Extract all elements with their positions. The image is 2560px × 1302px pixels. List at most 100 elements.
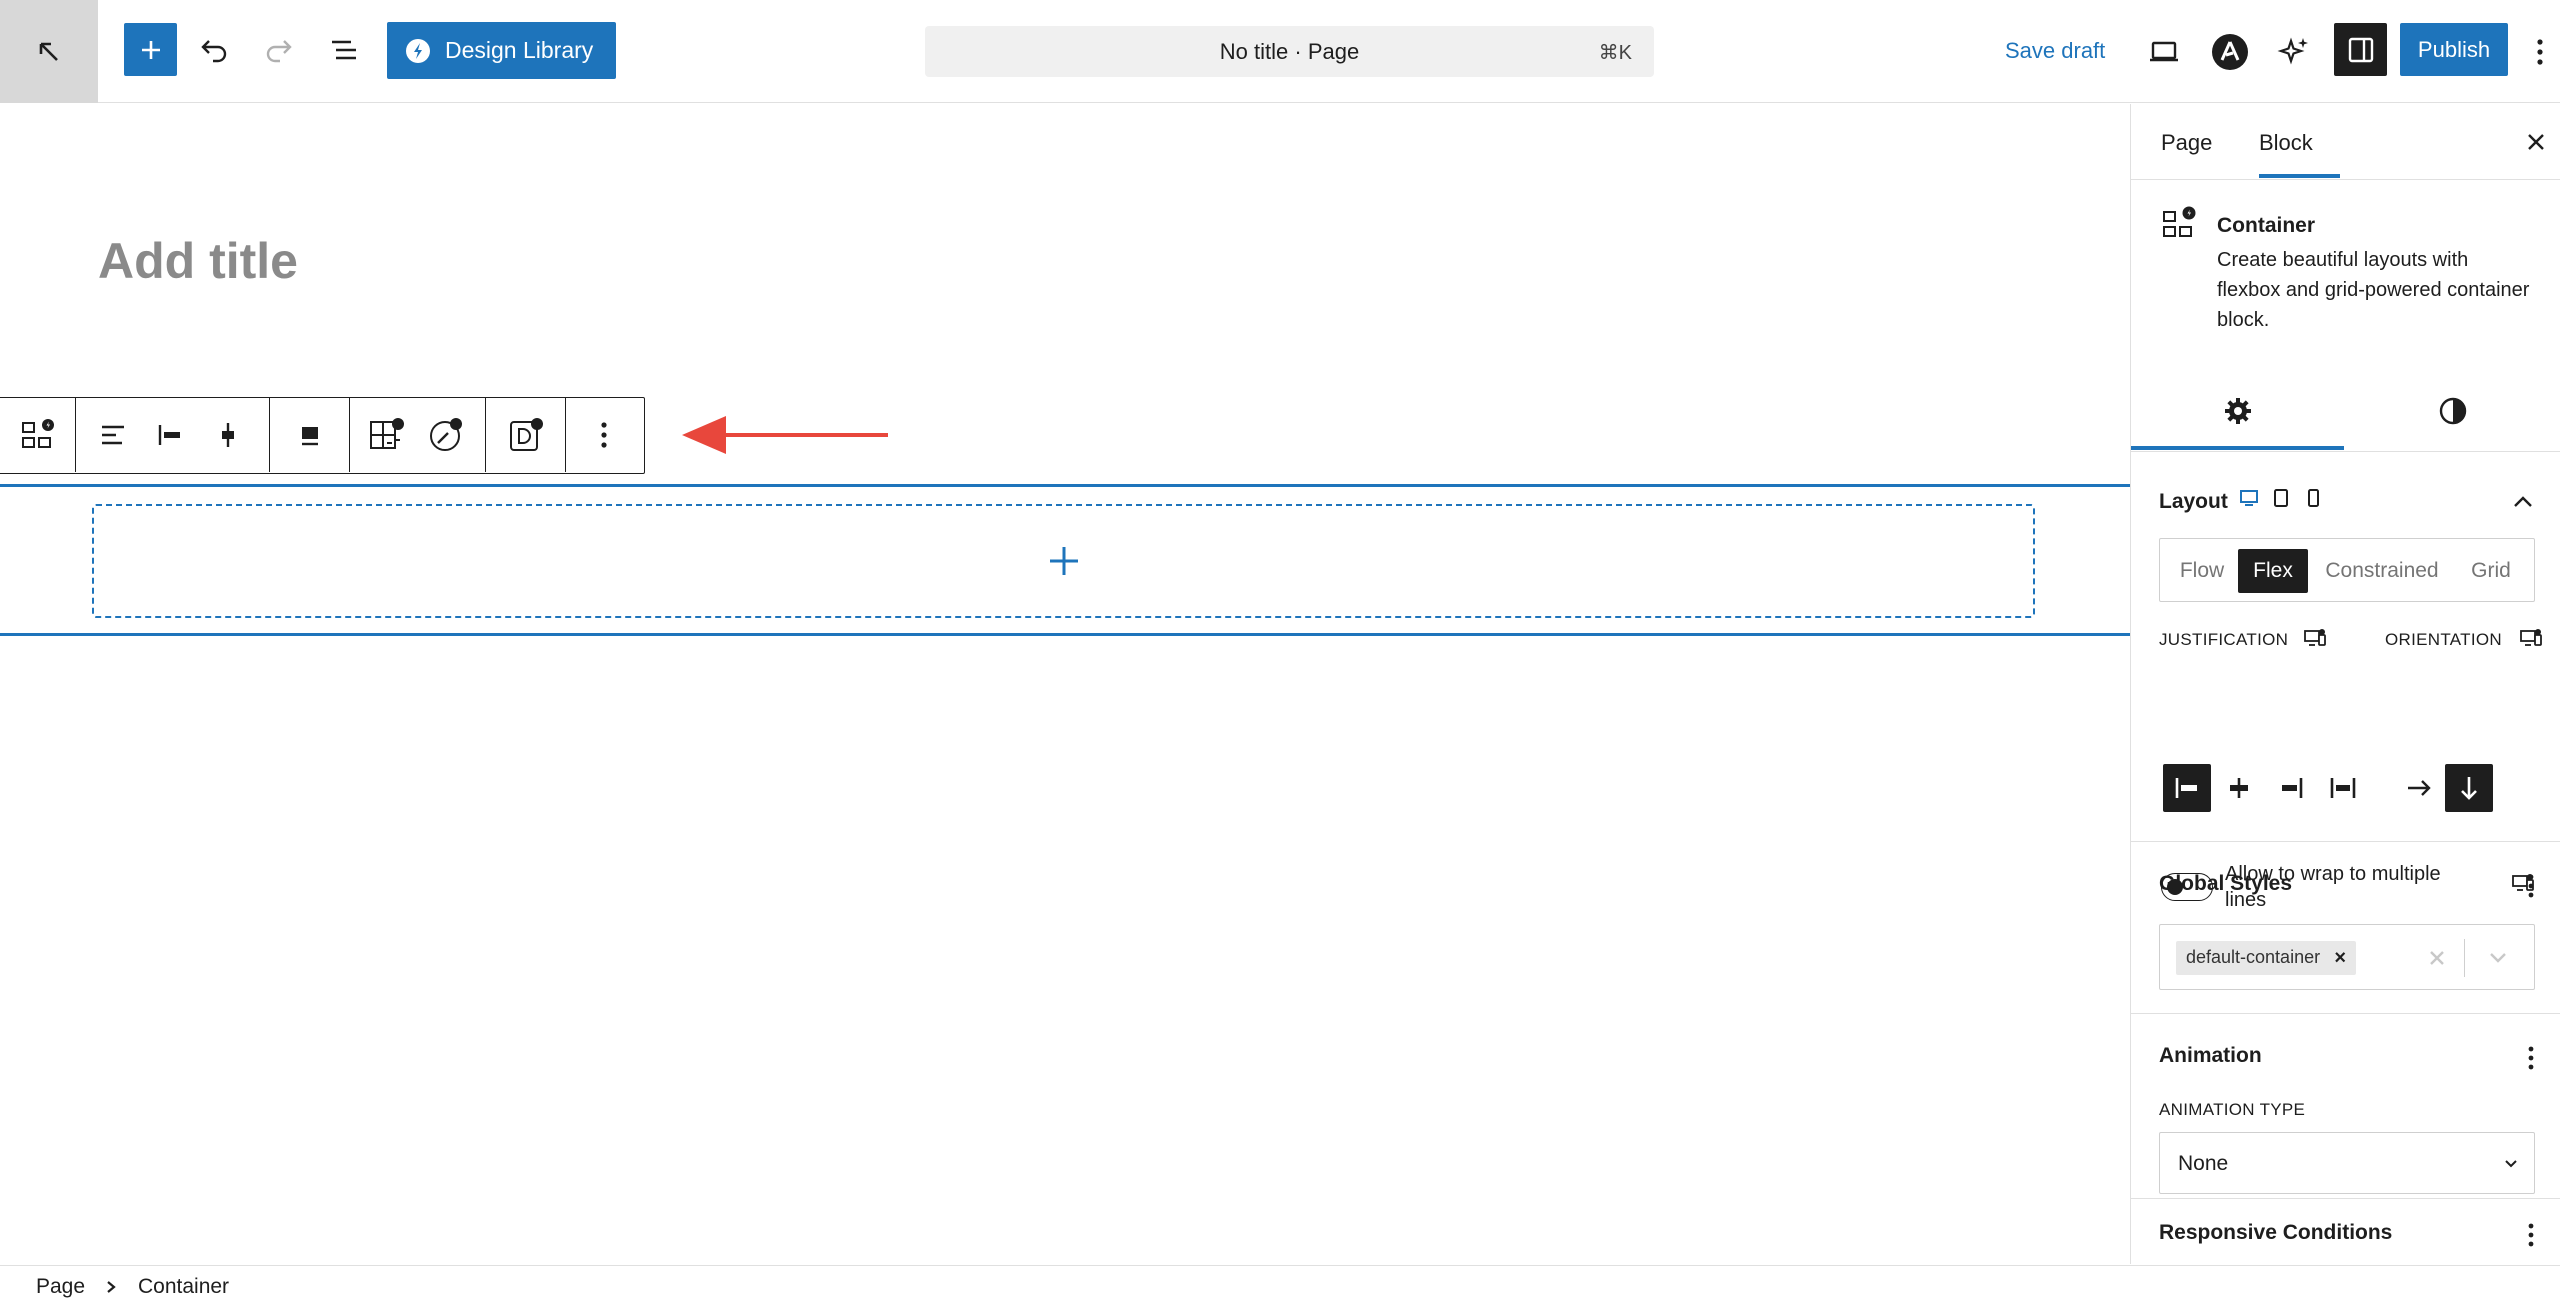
command-bar[interactable]: No title · Page ⌘K: [925, 26, 1654, 77]
arrow-up-left-icon: [39, 42, 58, 61]
mobile-icon[interactable]: [2303, 488, 2323, 508]
justify-end-button[interactable]: [2267, 764, 2315, 812]
global-styles-options-button[interactable]: [2511, 866, 2551, 906]
editor-header: Design Library No title · Page ⌘K Save d…: [0, 0, 2560, 103]
container-block[interactable]: [0, 484, 2130, 636]
block-options-button[interactable]: [583, 414, 625, 456]
collapse-panel-button[interactable]: [2503, 482, 2543, 522]
tab-settings[interactable]: [2131, 372, 2344, 450]
global-styles-title: Global Styles: [2159, 872, 2293, 895]
responsive-conditions-panel: Responsive Conditions: [2131, 1199, 2560, 1264]
design-library-button[interactable]: Design Library: [387, 22, 616, 79]
layout-option-constrained[interactable]: Constrained: [2312, 549, 2452, 593]
tab-page[interactable]: Page: [2161, 130, 2212, 156]
document-title: No title · Page: [1219, 39, 1360, 64]
justify-left-icon: [158, 425, 180, 445]
more-vertical-icon: [2537, 39, 2543, 65]
justify-left-icon: [2175, 778, 2197, 798]
stackable-tools-group: [350, 398, 486, 472]
sidebar-icon: [2348, 37, 2373, 62]
style-brush-icon: [430, 418, 462, 451]
sidebar-tabs: Page Block: [2131, 104, 2560, 180]
layout-option-flow[interactable]: Flow: [2170, 549, 2234, 593]
list-view-icon: [332, 40, 356, 60]
divider: [2464, 939, 2465, 977]
publish-button[interactable]: Publish: [2400, 23, 2508, 76]
post-title-input[interactable]: Add title: [98, 232, 298, 290]
global-style-select[interactable]: default-container ×: [2159, 924, 2535, 990]
block-appender[interactable]: [92, 504, 2035, 618]
justification-label: JUSTIFICATION: [2159, 630, 2289, 649]
design-library-label: Design Library: [445, 37, 594, 63]
stackable-logo-icon: [406, 38, 430, 63]
clear-selection-button[interactable]: [2422, 941, 2452, 975]
ai-assistant-button[interactable]: [2270, 28, 2318, 76]
responsive-conditions-title: Responsive Conditions: [2159, 1221, 2393, 1244]
justify-start-button[interactable]: [2163, 764, 2211, 812]
style-chip: default-container ×: [2176, 941, 2357, 975]
close-sidebar-button[interactable]: [2518, 124, 2554, 160]
redo-icon: [266, 40, 292, 63]
block-width-button[interactable]: [289, 414, 331, 456]
full-width-icon: [302, 427, 318, 446]
dropdown-toggle[interactable]: [2478, 941, 2518, 975]
copy-style-button[interactable]: [425, 414, 467, 456]
animation-options-button[interactable]: [2511, 1038, 2551, 1078]
tab-block[interactable]: Block: [2259, 130, 2313, 156]
animation-type-label: ANIMATION TYPE: [2159, 1100, 2306, 1119]
inspector-tabs: [2131, 372, 2560, 452]
block-switcher-group: [0, 398, 76, 472]
remove-chip-button[interactable]: ×: [2334, 947, 2346, 970]
desktop-preview-icon: [2150, 41, 2178, 62]
breadcrumb-container[interactable]: Container: [138, 1275, 229, 1299]
justify-center-button[interactable]: [2215, 764, 2263, 812]
responsive-conditions-options-button[interactable]: [2511, 1215, 2551, 1255]
vertical-center-button[interactable]: [207, 414, 249, 456]
undo-icon: [201, 40, 227, 63]
close-icon: [2430, 951, 2444, 965]
add-block-button[interactable]: [124, 23, 177, 76]
justify-space-between-button[interactable]: [2319, 764, 2367, 812]
more-vertical-icon: [2528, 1223, 2534, 1247]
more-vertical-icon: [2528, 874, 2534, 898]
animation-type-select[interactable]: None: [2159, 1132, 2535, 1194]
settings-sidebar: Page Block Container Create beautiful la…: [2130, 104, 2560, 1264]
dynamic-content-button[interactable]: [505, 414, 547, 456]
change-layout-button[interactable]: [366, 414, 408, 456]
more-vertical-icon: [2528, 1046, 2534, 1070]
layout-type-toggle: Flow Flex Constrained Grid: [2159, 538, 2535, 602]
layout-option-grid[interactable]: Grid: [2456, 549, 2526, 593]
chevron-down-icon: [2490, 953, 2506, 963]
gear-icon: [2224, 398, 2251, 424]
undo-button[interactable]: [190, 26, 238, 74]
layout-option-flex[interactable]: Flex: [2238, 549, 2308, 593]
tablet-icon[interactable]: [2271, 488, 2291, 508]
container-block-icon-button[interactable]: [17, 414, 59, 456]
align-left-icon: [102, 425, 124, 445]
red-pointer-arrow-icon: [682, 416, 888, 454]
sparkles-icon: [2277, 37, 2308, 65]
options-menu-button[interactable]: [2520, 28, 2560, 76]
desktop-icon[interactable]: [2239, 488, 2259, 508]
redo-button[interactable]: [255, 26, 303, 74]
breadcrumb: Page Container: [0, 1265, 2560, 1302]
style-chip-label: default-container: [2186, 947, 2321, 967]
back-button[interactable]: [0, 0, 98, 103]
settings-sidebar-toggle[interactable]: [2334, 23, 2387, 76]
justify-left-button[interactable]: [149, 414, 191, 456]
document-overview-button[interactable]: [320, 26, 368, 74]
align-center-icon: [222, 423, 234, 447]
width-group: [270, 398, 350, 472]
astra-logo-icon: [2212, 34, 2248, 70]
orientation-vertical-button[interactable]: [2445, 764, 2493, 812]
orientation-horizontal-button[interactable]: [2395, 764, 2443, 812]
astra-settings-button[interactable]: [2206, 28, 2254, 76]
responsive-device-switcher: [2239, 488, 2323, 508]
save-draft-button[interactable]: Save draft: [2005, 38, 2105, 64]
preview-button[interactable]: [2140, 28, 2188, 76]
dynamic-content-icon: [510, 418, 543, 451]
breadcrumb-page[interactable]: Page: [36, 1275, 85, 1299]
tab-styles[interactable]: [2344, 372, 2560, 450]
close-icon: [2528, 134, 2544, 150]
text-align-button[interactable]: [92, 414, 134, 456]
